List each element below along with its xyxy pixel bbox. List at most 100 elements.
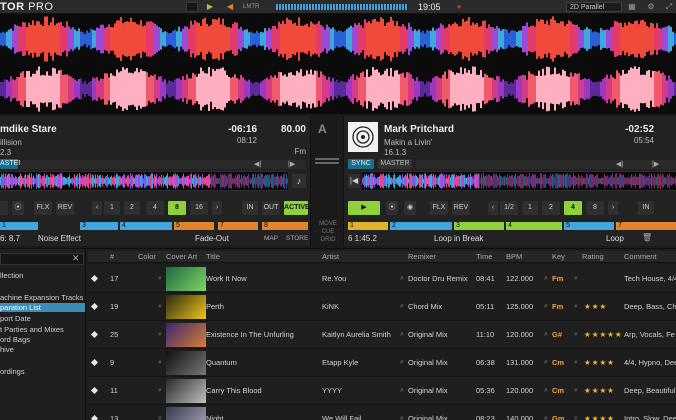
deck-a-rev-button[interactable]: REV — [56, 201, 74, 215]
sidebar-item-collection[interactable]: llection — [0, 271, 85, 280]
play-mini-icon[interactable]: ▶ — [205, 2, 215, 12]
deck-a-store-button[interactable]: STORE — [286, 235, 308, 242]
deck-a-flx-button[interactable]: FLX — [34, 201, 52, 215]
col-bpm[interactable]: BPM — [506, 251, 522, 263]
deck-a-loop-4[interactable]: 4 — [146, 201, 164, 215]
deck-b-waveform[interactable] — [0, 64, 676, 114]
col-num[interactable]: # — [110, 251, 114, 263]
deck-b-track-stripe[interactable] — [362, 171, 676, 191]
deck-b-flx-button[interactable]: FLX — [430, 201, 448, 215]
col-remixer[interactable]: Remixer — [408, 251, 436, 263]
deck-a-cue-slot-1[interactable]: 1 — [0, 222, 38, 230]
deck-b-loop-4[interactable]: 4 — [564, 201, 582, 215]
sidebar-item-parties-mixes[interactable]: t Parties and Mixes — [0, 325, 85, 334]
fullscreen-icon[interactable]: ⤢ — [664, 2, 674, 12]
deck-a-note-icon[interactable]: ♪ — [292, 174, 306, 188]
deck-b-cue-slot-2[interactable]: 2 — [390, 222, 452, 230]
deck-a-cue-slot-8[interactable]: 8 — [262, 222, 308, 230]
sidebar-item-import-date[interactable]: port Date — [0, 314, 85, 323]
deck-b-loop-in-button[interactable]: IN — [638, 201, 654, 215]
deck-b-cue-slot-4[interactable]: 4 — [506, 222, 562, 230]
sidebar-item-archive[interactable]: hive — [0, 345, 85, 354]
deck-a-effect[interactable]: Noise Effect — [38, 234, 81, 243]
deck-b-loop-1[interactable]: 1 — [522, 201, 538, 215]
clear-search-icon[interactable]: ✕ — [72, 253, 80, 264]
table-row[interactable]: 11 ⌕ Carry This Blood YYYY ⌕ Original Mix 05:3… — [88, 377, 676, 405]
deck-b-cue-slot-7[interactable]: 7 — [616, 222, 676, 230]
move-label[interactable]: MOVE — [314, 220, 342, 228]
table-row[interactable]: 25 ⌕ Existence In The Unfurling Kaitlyn Aur… — [88, 321, 676, 349]
deck-a-loop-1[interactable]: 1 — [104, 201, 120, 215]
deck-a-cue-slot-3[interactable]: 3 — [80, 222, 118, 230]
deck-a-cue-slot-5[interactable]: 5 — [174, 222, 214, 230]
deck-a-loop-out-button[interactable]: OUT — [262, 201, 280, 215]
limiter-icon[interactable]: LMTR — [243, 2, 259, 12]
deck-b-cue-slot-1[interactable]: 1 — [348, 222, 388, 230]
deck-a-loop-2[interactable]: 2 — [124, 201, 140, 215]
volume-icon[interactable]: ◀ — [225, 2, 235, 12]
col-artist[interactable]: Artist — [322, 251, 339, 263]
deck-b-cue-icon[interactable]: ◉ — [404, 201, 416, 215]
col-title[interactable]: Title — [206, 251, 220, 263]
deck-b-cue-bar[interactable]: 1 2 3 4 5 7 — [348, 222, 676, 230]
deck-b-delete-icon[interactable]: 🗑 — [642, 233, 652, 242]
deck-a-waveform[interactable] — [0, 14, 676, 64]
deck-b-loop-next-icon[interactable]: › — [608, 201, 618, 215]
deck-a-map-button[interactable]: MAP — [264, 235, 278, 242]
deck-b-cue-slot-5[interactable]: 5 — [564, 222, 614, 230]
sidebar-item-preparation-list[interactable]: paration List — [0, 303, 85, 312]
deck-a-loop-in-button[interactable]: IN — [242, 201, 258, 215]
table-row[interactable]: 19 ⌕ Perth KiNK ⌕ Chord Mix 05:11 125.000 ⌕ Fm ⌕ ★★… — [88, 293, 676, 321]
col-color[interactable]: Color — [138, 251, 156, 263]
stripe-bar — [280, 175, 281, 187]
deck-a-cue-bar[interactable]: 1 3 4 5 7 8 — [0, 222, 310, 230]
deck-b-cue-jump-icon[interactable]: |◀ — [348, 174, 360, 188]
deck-b-sync-button[interactable]: SYNC — [348, 159, 374, 169]
layout-select[interactable]: 2D Parallel — [566, 2, 622, 12]
deck-a-master-button[interactable]: ASTER — [0, 159, 23, 169]
col-time[interactable]: Time — [476, 251, 492, 263]
deck-b-loop-label[interactable]: Loop — [606, 234, 624, 243]
deck-a-cue-button[interactable] — [0, 201, 8, 215]
grid-label[interactable]: GRID — [314, 236, 342, 244]
deck-b-rev-button[interactable]: REV — [452, 201, 470, 215]
deck-a-loop-16[interactable]: 16 — [190, 201, 208, 215]
deck-b-cue-slot-3[interactable]: 3 — [454, 222, 504, 230]
deck-a-loop-8[interactable]: 8 — [168, 201, 186, 215]
rec-icon[interactable]: ● — [454, 2, 464, 12]
deck-a-jump-fwd-icon[interactable]: |▶ — [288, 160, 295, 168]
col-key[interactable]: Key — [552, 251, 565, 263]
settings-icon[interactable]: ⚙ — [646, 2, 656, 12]
table-row[interactable]: 13 ⌕ Night We Will Fail ⌕ Original Mix 08:23 14… — [88, 405, 676, 420]
sidebar-item-record-bags[interactable]: ord Bags — [0, 335, 85, 344]
col-cover-art[interactable]: Cover Art — [166, 251, 197, 263]
deck-a-loop-next-icon[interactable]: › — [212, 201, 222, 215]
deck-a-loop-prev-icon[interactable]: ‹ — [92, 201, 102, 215]
deck-b-loop-prev-icon[interactable]: ‹ — [488, 201, 498, 215]
col-comment[interactable]: Comment — [624, 251, 657, 263]
deck-a-cue-slot-7[interactable]: 7 — [218, 222, 258, 230]
deck-a-active-button[interactable]: ACTIVE — [284, 201, 310, 215]
deck-b-loop-2[interactable]: 2 — [542, 201, 560, 215]
deck-a-jump-back-icon[interactable]: ◀| — [254, 160, 261, 168]
deck-a-record-icon[interactable]: ⦿ — [12, 201, 24, 215]
deck-a-fade[interactable]: Fade-Out — [195, 234, 229, 243]
deck-b-loop-half[interactable]: 1/2 — [500, 201, 518, 215]
deck-b-master-button[interactable]: MASTER — [378, 159, 412, 169]
sidebar-item-expansion-tracks[interactable]: achine Expansion Tracks — [0, 293, 85, 302]
deck-b-loop-8[interactable]: 8 — [586, 201, 604, 215]
deck-b-play-button[interactable]: ▶ — [348, 201, 380, 215]
hdd-icon[interactable] — [186, 2, 198, 12]
col-rating[interactable]: Rating — [582, 251, 604, 263]
deck-b-record-icon[interactable]: ⦿ — [386, 201, 398, 215]
deck-a-track-stripe[interactable] — [0, 171, 288, 191]
table-row[interactable]: 17 ⌕ Work It Now Re.You ⌕ Doctor Dru Remix 08:… — [88, 265, 676, 293]
deck-a-cue-slot-4[interactable]: 4 — [120, 222, 172, 230]
grid-icon[interactable]: ▦ — [627, 2, 637, 12]
cue-label[interactable]: CUE — [314, 228, 342, 236]
deck-b-jump-back-icon[interactable]: ◀| — [616, 160, 623, 168]
sidebar-item-recordings[interactable]: ordings — [0, 367, 85, 376]
table-row[interactable]: 9 ⌕ Quantum Etapp Kyle ⌕ Original Mix 06:38 131… — [88, 349, 676, 377]
deck-b-effect[interactable]: Loop in Break — [434, 234, 483, 243]
deck-b-jump-fwd-icon[interactable]: |▶ — [652, 160, 659, 168]
